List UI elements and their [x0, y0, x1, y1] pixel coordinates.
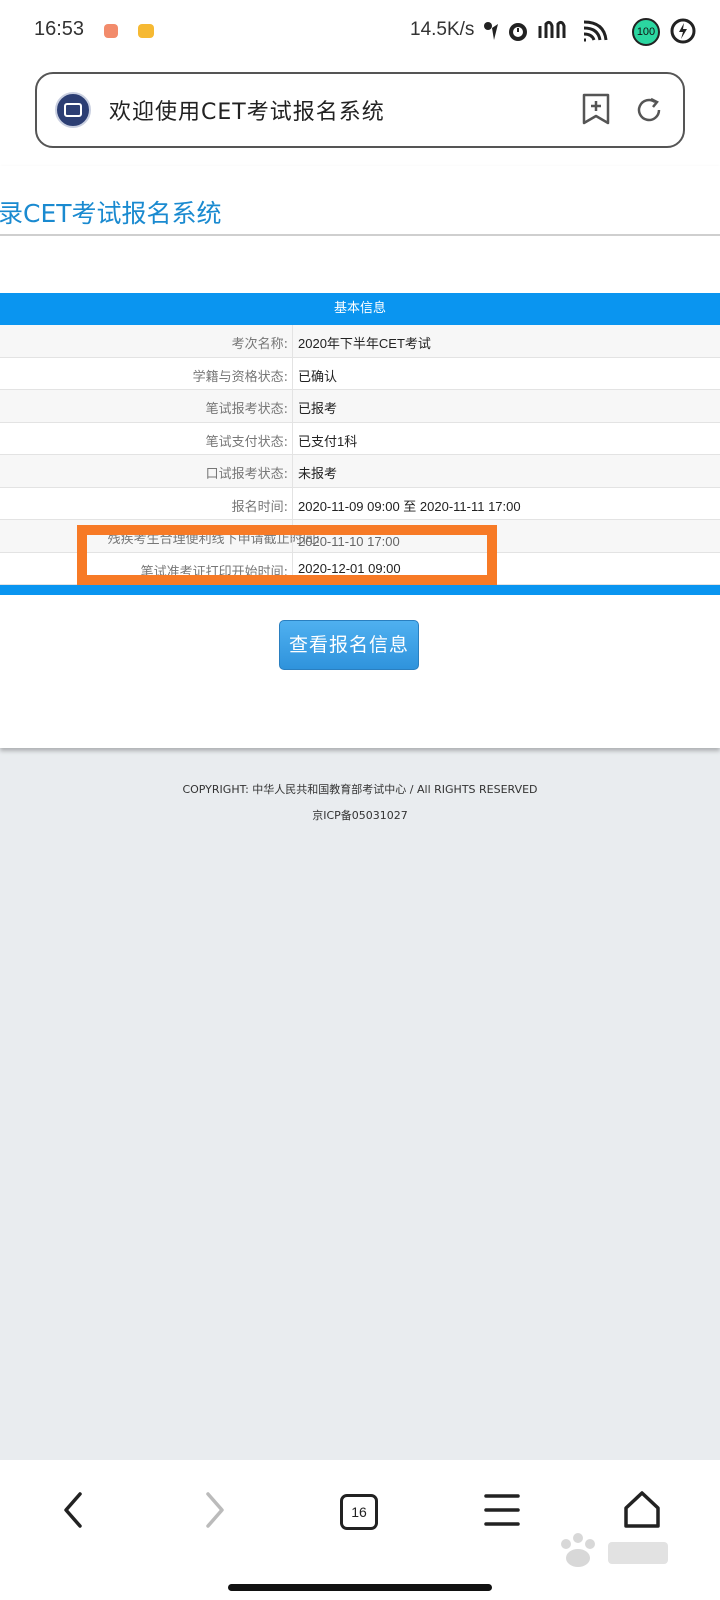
forward-icon[interactable]: [202, 1488, 230, 1532]
tabs-button[interactable]: 16: [340, 1494, 378, 1530]
row-label: 笔试支付状态:: [205, 434, 288, 450]
row-label: 报名时间:: [231, 499, 288, 515]
table-footer-bar: [0, 585, 720, 595]
table-row: 报名时间: 2020-11-09 09:00 至 2020-11-11 17:0…: [0, 487, 720, 520]
status-bar: 16:53 14.5K/s 100: [0, 0, 720, 62]
add-bookmark-icon[interactable]: [581, 92, 611, 126]
table-row: 笔试报考状态: 已报考: [0, 390, 720, 423]
app-notification-icon: [104, 24, 118, 38]
table-header: 基本信息: [0, 293, 720, 325]
home-icon[interactable]: [620, 1488, 664, 1532]
site-logo-icon: [55, 92, 91, 128]
status-time: 16:53: [34, 18, 85, 40]
row-label: 学籍与资格状态:: [192, 369, 288, 385]
back-icon[interactable]: [58, 1488, 86, 1532]
table-row: 口试报考状态: 未报考: [0, 455, 720, 488]
row-value: 未报考: [298, 466, 338, 481]
row-value: 已报考: [298, 401, 338, 416]
gesture-handle[interactable]: [228, 1584, 492, 1591]
row-value: 2020年下半年CET考试: [298, 336, 431, 351]
page-title-in-address-bar[interactable]: 欢迎使用CET考试报名系统: [109, 94, 385, 126]
page-heading: 录CET考试报名系统: [0, 199, 222, 228]
row-label: 口试报考状态:: [205, 467, 288, 482]
table-row: 笔试支付状态: 已支付1科: [0, 422, 720, 455]
row-label: 考次名称:: [231, 337, 288, 352]
browser-toolbar: 欢迎使用CET考试报名系统: [0, 62, 720, 166]
table-row: 学籍与资格状态: 已确认: [0, 357, 720, 390]
address-bar[interactable]: 欢迎使用CET考试报名系统: [35, 72, 685, 148]
menu-icon[interactable]: [482, 1488, 522, 1532]
network-hd-icon: [538, 20, 566, 38]
chat-notification-icon: [138, 24, 154, 38]
refresh-icon[interactable]: [633, 94, 665, 126]
row-value: 已支付1科: [298, 433, 358, 449]
copyright-text: COPYRIGHT: 中华人民共和国教育部考试中心 / All RIGHTS R…: [182, 783, 538, 796]
highlight-annotation-box: [77, 525, 497, 585]
browser-bottom-nav: 16: [0, 1460, 720, 1600]
row-value: 2020-11-09 09:00 至 2020-11-11 17:00: [298, 498, 521, 514]
headset-icon: [484, 22, 498, 40]
icp-license: 京ICP备05031027: [312, 809, 408, 822]
alarm-icon: [509, 23, 527, 41]
row-value: 已确认: [298, 368, 338, 384]
view-registration-button[interactable]: 查看报名信息: [279, 620, 419, 670]
page-content: 录CET考试报名系统 基本信息 考次名称: 2020年下半年CET考试 学籍与资…: [0, 166, 720, 748]
row-label: 笔试报考状态:: [205, 402, 288, 417]
table-row: 考次名称: 2020年下半年CET考试: [0, 325, 720, 358]
heading-divider: [0, 234, 720, 236]
wifi-icon: [583, 20, 608, 42]
network-speed: 14.5K/s: [410, 19, 475, 40]
baidu-watermark-logo: [561, 1533, 668, 1567]
power-saving-icon: [670, 18, 696, 44]
battery-indicator: 100: [632, 18, 660, 46]
